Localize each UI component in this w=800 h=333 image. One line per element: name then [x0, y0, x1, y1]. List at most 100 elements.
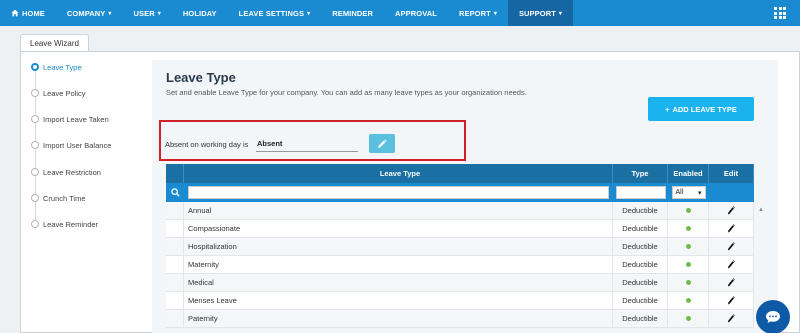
step-dot-icon [31, 63, 39, 71]
wizard-step-label: Crunch Time [43, 193, 86, 203]
wizard-step-leave-type[interactable]: Leave Type [31, 61, 151, 73]
header-type[interactable]: Type [613, 164, 668, 183]
edit-cell[interactable] [709, 274, 754, 291]
header-enabled[interactable]: Enabled [668, 164, 709, 183]
wizard-step-crunch-time[interactable]: Crunch Time [31, 192, 151, 204]
edit-cell[interactable] [709, 310, 754, 327]
chat-icon [766, 311, 780, 323]
edit-absent-button[interactable] [369, 134, 395, 153]
table-body: Annual Deductible Compassionate Deductible H… [166, 202, 754, 328]
pencil-icon[interactable] [727, 314, 735, 323]
table-row[interactable]: Menses Leave Deductible [166, 292, 754, 310]
row-blank-cell [166, 220, 184, 237]
table-row[interactable]: Annual Deductible [166, 202, 754, 220]
tab-leave-wizard[interactable]: Leave Wizard [20, 34, 89, 52]
pencil-icon[interactable] [727, 296, 735, 305]
nav-item-holiday[interactable]: HOLIDAY [172, 0, 228, 26]
wizard-step-label: Leave Reminder [43, 219, 99, 229]
enabled-cell [668, 220, 709, 237]
pencil-icon[interactable] [727, 260, 735, 269]
wizard-step-leave-policy[interactable]: Leave Policy [31, 87, 151, 99]
pencil-icon[interactable] [727, 278, 735, 287]
type-cell: Deductible [613, 310, 668, 327]
type-filter-cell [613, 183, 668, 202]
leave-type-cell: Annual [184, 202, 613, 219]
add-leave-type-button[interactable]: + ADD LEAVE TYPE [648, 97, 754, 121]
table-row[interactable]: Paternity Deductible [166, 310, 754, 328]
nav-item-label: REMINDER [332, 8, 374, 18]
edit-cell[interactable] [709, 256, 754, 273]
table-row[interactable]: Medical Deductible [166, 274, 754, 292]
wizard-step-leave-restriction[interactable]: Leave Restriction [31, 166, 151, 178]
nav-item-leave-settings[interactable]: LEAVE SETTINGS ▾ [228, 0, 322, 26]
leave-type-table: Leave Type Type Enabled Edit All ▾ Annua… [166, 164, 754, 328]
pencil-icon[interactable] [727, 206, 735, 215]
type-cell: Deductible [613, 202, 668, 219]
leave-type-search-input[interactable] [188, 186, 609, 199]
wizard-step-label: Leave Restriction [43, 167, 101, 177]
step-dot-icon [31, 115, 39, 123]
nav-item-support[interactable]: SUPPORT ▾ [507, 0, 574, 26]
add-leave-type-label: ADD LEAVE TYPE [672, 104, 737, 114]
page-title: Leave Type [166, 70, 236, 85]
step-dot-icon [31, 220, 39, 228]
top-nav: HOME COMPANY ▾ USER ▾ HOLIDAY LEAVE SETTINGS ▾ R… [0, 0, 800, 26]
nav-item-label: USER [133, 8, 155, 18]
grid-icon[interactable] [774, 7, 786, 19]
nav-item-label: REPORT [458, 8, 491, 18]
nav-item-user[interactable]: USER ▾ [123, 0, 172, 26]
nav-item-reminder[interactable]: REMINDER [321, 0, 384, 26]
edit-cell[interactable] [709, 202, 754, 219]
nav-item-label: SUPPORT [518, 8, 556, 18]
enabled-filter-value: All [675, 189, 684, 196]
row-blank-cell [166, 274, 184, 291]
wizard-step-import-user-balance[interactable]: Import User Balance [31, 139, 151, 151]
caret-down-icon: ▾ [493, 10, 497, 17]
step-dot-icon [31, 141, 39, 149]
pencil-icon[interactable] [727, 242, 735, 251]
nav-item-company[interactable]: COMPANY ▾ [56, 0, 123, 26]
row-blank-cell [166, 292, 184, 309]
step-dot-icon [31, 168, 39, 176]
wizard-step-label: Leave Policy [43, 88, 86, 98]
enabled-dot-icon [685, 316, 691, 321]
nav-item-label: HOLIDAY [182, 8, 217, 18]
leave-type-cell: Menses Leave [184, 292, 613, 309]
type-cell: Deductible [613, 256, 668, 273]
wizard-step-import-leave-taken[interactable]: Import Leave Taken [31, 113, 151, 125]
step-dot-icon [31, 194, 39, 202]
enabled-dot-icon [685, 226, 691, 231]
absent-value-field[interactable] [256, 136, 358, 152]
header-leave-type[interactable]: Leave Type [184, 164, 613, 183]
wizard-step-leave-reminder[interactable]: Leave Reminder [31, 218, 151, 230]
type-cell: Deductible [613, 220, 668, 237]
scroll-up-icon[interactable]: ▲ [758, 207, 764, 213]
table-row[interactable]: Hospitalization Deductible [166, 238, 754, 256]
chat-button[interactable] [756, 300, 790, 333]
nav-item-label: COMPANY [66, 8, 106, 18]
header-edit: Edit [709, 164, 754, 183]
page-subtitle: Set and enable Leave Type for your compa… [166, 88, 527, 97]
row-blank-cell [166, 310, 184, 327]
edit-cell[interactable] [709, 292, 754, 309]
enabled-cell [668, 310, 709, 327]
nav-item-home[interactable]: HOME [0, 0, 56, 26]
enabled-cell [668, 202, 709, 219]
nav-item-report[interactable]: REPORT ▾ [448, 0, 508, 26]
leave-type-filter-cell [184, 183, 613, 202]
enabled-filter-select[interactable]: All ▾ [671, 186, 706, 199]
nav-item-approval[interactable]: APPROVAL [384, 0, 448, 26]
filter-row: All ▾ [166, 183, 754, 202]
enabled-dot-icon [685, 280, 691, 285]
pencil-icon[interactable] [727, 224, 735, 233]
table-row[interactable]: Maternity Deductible [166, 256, 754, 274]
edit-cell[interactable] [709, 220, 754, 237]
edit-cell[interactable] [709, 238, 754, 255]
pencil-icon [378, 138, 387, 148]
type-cell: Deductible [613, 238, 668, 255]
plus-icon: + [665, 104, 670, 114]
enabled-dot-icon [685, 262, 691, 267]
type-filter-input[interactable] [615, 186, 666, 199]
leave-type-cell: Maternity [184, 256, 613, 273]
table-row[interactable]: Compassionate Deductible [166, 220, 754, 238]
